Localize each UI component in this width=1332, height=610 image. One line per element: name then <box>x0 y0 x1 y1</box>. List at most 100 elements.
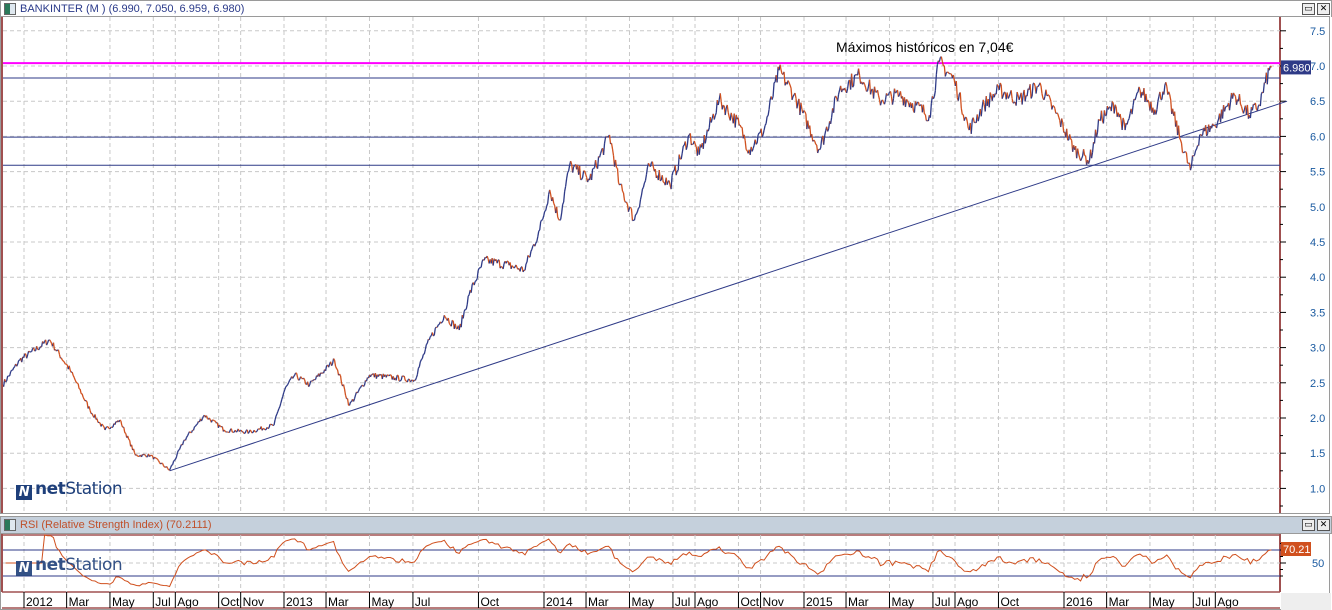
price-segment <box>1190 155 1194 167</box>
price-segment <box>706 129 709 132</box>
price-segment <box>511 265 514 268</box>
price-segment <box>218 424 221 427</box>
rsi-maximize-button[interactable]: ▭ <box>1302 519 1315 531</box>
price-segment <box>991 93 994 101</box>
price-segment <box>778 64 781 71</box>
price-segment <box>482 258 485 261</box>
x-tick-label: Jul <box>935 595 950 609</box>
y-tick-label: 6.0 <box>1310 131 1325 143</box>
price-segment <box>780 69 783 75</box>
price-segment <box>699 144 702 148</box>
price-segment <box>640 189 644 196</box>
price-segment <box>4 379 7 383</box>
price-segment <box>663 182 666 186</box>
price-segment <box>1258 104 1261 107</box>
price-segment <box>614 159 618 168</box>
price-segment <box>411 379 414 382</box>
price-segment <box>196 423 198 426</box>
price-segment <box>1144 93 1147 103</box>
price-segment <box>299 376 302 380</box>
x-tick-label: Ago <box>177 595 199 609</box>
price-segment <box>1074 145 1077 150</box>
price-segment <box>1014 101 1017 106</box>
price-segment <box>324 365 328 372</box>
price-segment <box>549 189 552 195</box>
price-segment <box>115 421 118 423</box>
price-segment <box>1051 105 1054 110</box>
price-segment <box>1111 101 1114 104</box>
price-segment <box>747 149 750 154</box>
rsi-close-button[interactable]: ✕ <box>1317 519 1330 531</box>
price-segment <box>400 375 403 381</box>
price-segment <box>977 116 980 122</box>
price-segment <box>690 143 693 146</box>
price-segment <box>1124 123 1127 131</box>
price-segment <box>120 420 123 426</box>
price-segment <box>512 266 515 269</box>
price-segment <box>845 88 849 94</box>
price-segment <box>1137 86 1140 93</box>
price-segment <box>161 463 165 467</box>
price-segment <box>670 175 673 190</box>
price-segment <box>1195 148 1198 151</box>
price-segment <box>292 376 295 379</box>
price-segment <box>318 373 321 377</box>
price-segment <box>791 96 794 101</box>
price-segment <box>458 323 461 331</box>
price-segment <box>900 96 904 99</box>
price-segment <box>184 437 188 441</box>
price-segment <box>686 135 689 146</box>
price-segment <box>1027 88 1030 91</box>
price-segment <box>533 244 536 247</box>
price-segment <box>112 423 115 428</box>
price-segment <box>989 92 992 97</box>
price-segment <box>516 267 519 270</box>
price-segment <box>608 134 612 144</box>
price-segment <box>723 105 726 116</box>
price-segment <box>629 206 633 210</box>
price-segment <box>952 74 955 81</box>
x-tick-label: Mar <box>1109 595 1130 609</box>
close-button[interactable]: ✕ <box>1317 3 1330 15</box>
price-segment <box>17 360 20 365</box>
price-segment <box>834 95 837 99</box>
price-segment <box>1098 118 1100 121</box>
price-segment <box>492 258 495 266</box>
price-segment <box>156 458 160 462</box>
price-segment <box>570 160 573 165</box>
price-segment <box>1115 106 1118 117</box>
x-tick-label: May <box>631 595 654 609</box>
maximize-button[interactable]: ▭ <box>1302 3 1315 15</box>
price-segment <box>963 117 966 121</box>
price-segment <box>1062 122 1065 133</box>
price-segment <box>934 74 937 91</box>
price-segment <box>885 93 889 96</box>
price-segment <box>1049 97 1052 102</box>
price-segment <box>6 376 9 382</box>
x-tick-label: Nov <box>763 595 784 609</box>
price-segment <box>972 117 975 123</box>
price-segment <box>22 356 25 359</box>
price-segment <box>590 168 594 181</box>
price-segment <box>329 361 333 366</box>
price-segment <box>43 341 46 344</box>
y-tick-label: 3.5 <box>1310 307 1325 319</box>
price-segment <box>729 112 732 121</box>
price-segment <box>577 165 581 175</box>
price-segment <box>356 391 358 394</box>
price-segment <box>1122 117 1125 122</box>
x-tick-label: Ago <box>1217 595 1239 609</box>
price-segment <box>703 135 706 144</box>
price-segment <box>626 204 630 212</box>
price-segment <box>387 374 390 377</box>
price-segment <box>790 88 793 100</box>
price-segment <box>467 294 470 297</box>
price-segment <box>100 423 103 427</box>
price-segment <box>1048 94 1051 99</box>
price-segment <box>1264 72 1267 83</box>
price-segment <box>20 357 23 363</box>
price-segment <box>824 130 827 136</box>
price-segment <box>1075 148 1079 159</box>
price-segment <box>1069 134 1072 140</box>
price-segment <box>386 374 389 376</box>
